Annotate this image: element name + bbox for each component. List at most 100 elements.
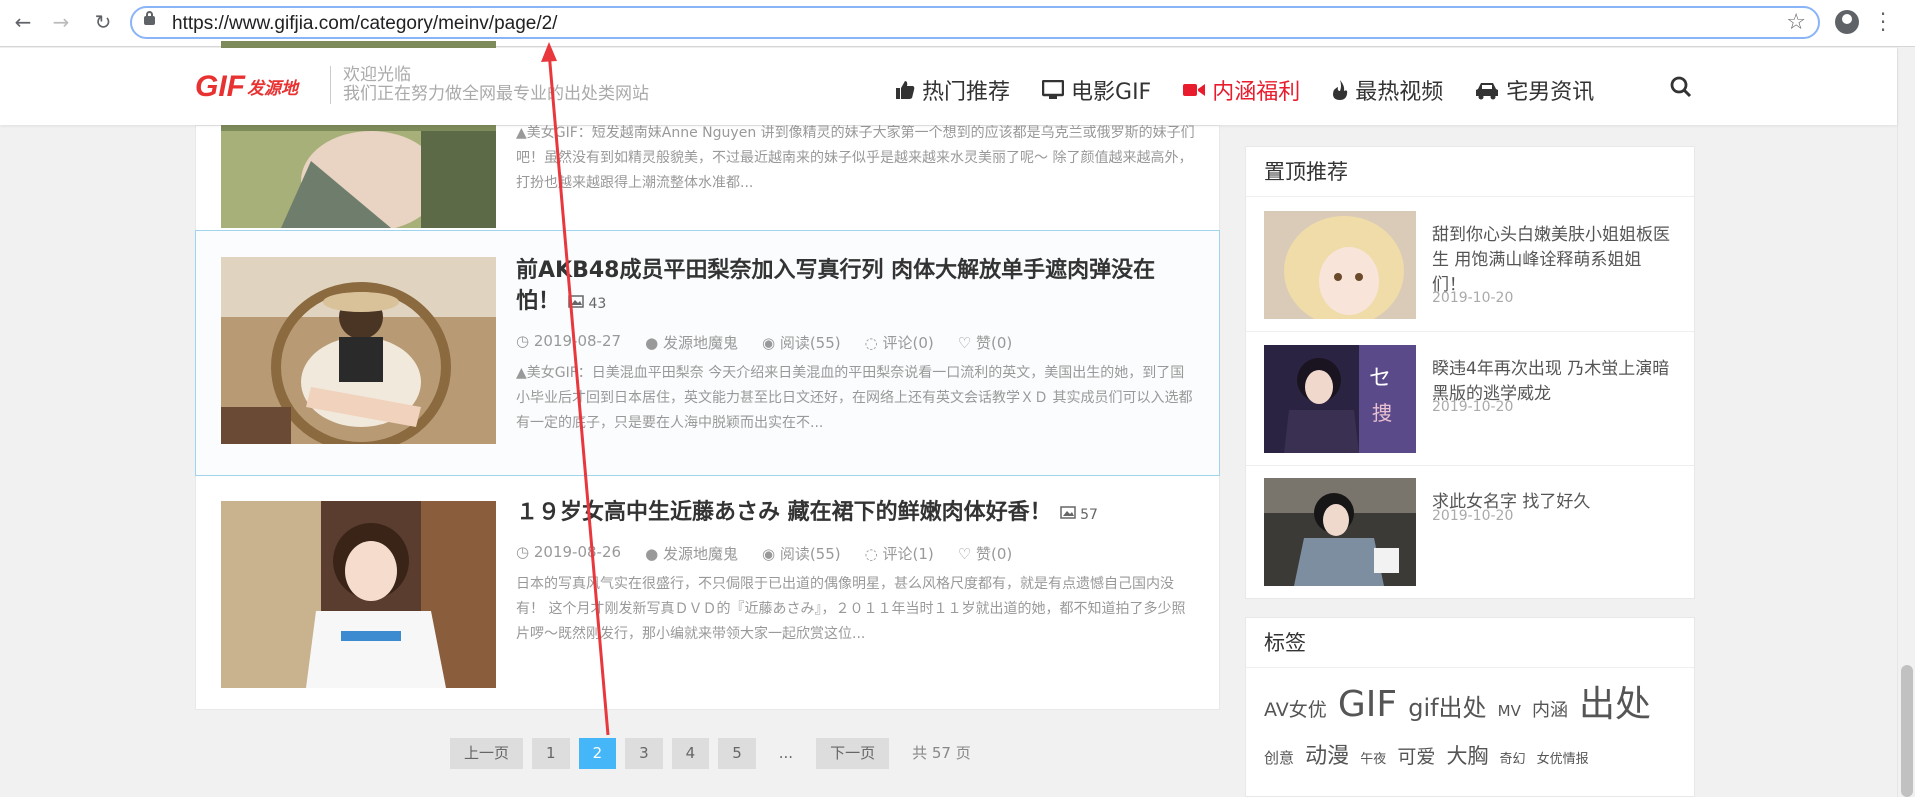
nav-welfare[interactable]: 内涵福利 bbox=[1183, 74, 1300, 106]
tag-link[interactable]: 动漫 bbox=[1305, 734, 1349, 779]
nav-movie-gif[interactable]: 电影GIF bbox=[1042, 74, 1151, 106]
pagination-ellipsis: ... bbox=[778, 744, 794, 762]
comments-text[interactable]: 评论(0) bbox=[883, 334, 934, 352]
post-likes[interactable]: ♡ 赞(0) bbox=[958, 543, 1012, 564]
post-author[interactable]: ● 发源地魔鬼 bbox=[645, 543, 738, 564]
tag-link[interactable]: MV bbox=[1498, 689, 1521, 734]
date-text: 2019-08-27 bbox=[533, 332, 622, 350]
post-title[interactable]: １９岁女高中生近藤あさみ 藏在裙下的鲜嫩肉体好香！ 57 bbox=[516, 497, 1181, 531]
post-meta: ◷ 2019-08-27 ● 发源地魔鬼 ◉ 阅读(55) ◌ 评论(0) ♡ … bbox=[516, 332, 1012, 353]
lock-icon bbox=[144, 11, 155, 25]
comments-text[interactable]: 评论(1) bbox=[883, 545, 934, 563]
search-icon[interactable] bbox=[1670, 76, 1692, 98]
page-5-button[interactable]: 5 bbox=[718, 738, 756, 769]
post-title-text[interactable]: １９岁女高中生近藤あさみ 藏在裙下的鲜嫩肉体好香！ bbox=[516, 500, 1052, 525]
svg-text:GIF: GIF bbox=[195, 70, 246, 103]
top-item-thumbnail[interactable] bbox=[1264, 478, 1416, 586]
video-camera-icon bbox=[1183, 84, 1206, 96]
bookmark-star-icon[interactable]: ☆ bbox=[1786, 10, 1806, 35]
top-item-thumbnail[interactable] bbox=[1264, 211, 1416, 319]
top-item-thumbnail[interactable]: セ捜 bbox=[1264, 345, 1416, 453]
nav-hot[interactable]: 热门推荐 bbox=[895, 74, 1010, 106]
scrollbar-thumb[interactable] bbox=[1901, 665, 1913, 797]
svg-text:捜: 捜 bbox=[1372, 401, 1392, 425]
post-item-highlighted[interactable]: 前AKB48成员平田梨奈加入写真行列 肉体大解放单手遮肉弹没在怕！ 43 ◷ 2… bbox=[195, 230, 1220, 476]
nav-hot-label: 热门推荐 bbox=[922, 80, 1011, 105]
post-item: ▲美女GIF：短发越南妹Anne Nguyen 讲到像精灵的妹子大家第一个想到的… bbox=[196, 41, 1221, 229]
next-page-button[interactable]: 下一页 bbox=[816, 738, 890, 769]
thumbs-up-icon bbox=[896, 81, 915, 99]
post-author[interactable]: ● 发源地魔鬼 bbox=[645, 332, 738, 353]
tag-link[interactable]: 奇幻 bbox=[1500, 737, 1526, 782]
post-date: ◷ 2019-08-26 bbox=[516, 543, 621, 564]
nav-hot-videos[interactable]: 最热视频 bbox=[1332, 74, 1443, 106]
car-icon bbox=[1476, 83, 1499, 100]
top-recommend-widget: 置顶推荐 甜到你心头白嫩美肤小姐姐板医生 用饱满山峰诠释萌系姐姐们！ 2019-… bbox=[1245, 146, 1695, 599]
site-logo[interactable]: GIF 发源地 bbox=[195, 66, 305, 104]
eye-icon: ◉ bbox=[761, 334, 776, 352]
likes-text[interactable]: 赞(0) bbox=[976, 334, 1012, 352]
prev-page-button[interactable]: 上一页 bbox=[450, 738, 524, 769]
user-icon: ● bbox=[645, 545, 659, 563]
fire-icon bbox=[1333, 80, 1348, 100]
nav-movie-gif-label: 电影GIF bbox=[1071, 80, 1152, 105]
tag-link[interactable]: GIF bbox=[1338, 682, 1397, 727]
top-item[interactable]: 求此女名字 找了好久 2019-10-20 bbox=[1264, 478, 1684, 588]
tag-link[interactable]: 可爱 bbox=[1397, 735, 1435, 780]
like-icon: ♡ bbox=[957, 545, 972, 563]
post-excerpt: ▲美女GIF：短发越南妹Anne Nguyen 讲到像精灵的妹子大家第一个想到的… bbox=[516, 125, 1195, 191]
tagline-line-1: 欢迎光临 bbox=[343, 65, 411, 85]
likes-text[interactable]: 赞(0) bbox=[976, 545, 1012, 563]
tag-link[interactable]: 女优情报 bbox=[1537, 737, 1589, 782]
author-text[interactable]: 发源地魔鬼 bbox=[663, 545, 738, 563]
svg-text:セ: セ bbox=[1369, 366, 1391, 391]
tag-link[interactable]: 大胸 bbox=[1446, 734, 1488, 779]
top-item[interactable]: 甜到你心头白嫩美肤小姐姐板医生 用饱满山峰诠释萌系姐姐们！ 2019-10-20 bbox=[1264, 211, 1684, 321]
widget-title: 标签 bbox=[1246, 618, 1694, 668]
tag-link[interactable]: 内涵 bbox=[1532, 688, 1568, 733]
clock-icon: ◷ bbox=[516, 543, 530, 561]
nav-hot-videos-label: 最热视频 bbox=[1355, 80, 1444, 105]
page-3-button[interactable]: 3 bbox=[625, 738, 663, 769]
post-title[interactable]: 前AKB48成员平田梨奈加入写真行列 肉体大解放单手遮肉弹没在怕！ 43 bbox=[516, 255, 1179, 320]
address-bar[interactable]: https://www.gifjia.com/category/meinv/pa… bbox=[130, 6, 1820, 39]
post-comments[interactable]: ◌ 评论(1) bbox=[865, 543, 934, 564]
top-item-date: 2019-10-20 bbox=[1432, 399, 1514, 415]
monitor-icon bbox=[1042, 80, 1065, 99]
post-comments[interactable]: ◌ 评论(0) bbox=[865, 332, 934, 353]
image-count: 57 bbox=[1059, 506, 1098, 523]
tag-link[interactable]: gif出处 bbox=[1408, 686, 1486, 731]
total-pages: 共 57 页 bbox=[912, 744, 971, 762]
page-2-button-current[interactable]: 2 bbox=[578, 738, 617, 769]
nav-otaku-news[interactable]: 宅男资讯 bbox=[1475, 74, 1594, 106]
tag-link[interactable]: AV女优 bbox=[1264, 688, 1327, 733]
main-nav: 热门推荐 电影GIF 内涵福利 最热视频 宅男资讯 bbox=[895, 74, 1594, 106]
back-arrow-icon[interactable]: ← bbox=[10, 9, 36, 35]
url-text[interactable]: https://www.gifjia.com/category/meinv/pa… bbox=[172, 13, 557, 35]
post-likes[interactable]: ♡ 赞(0) bbox=[958, 332, 1012, 353]
top-item-title[interactable]: 甜到你心头白嫩美肤小姐姐板医生 用饱满山峰诠释萌系姐姐们！ bbox=[1432, 223, 1672, 298]
post-thumbnail[interactable] bbox=[221, 501, 496, 688]
page-1-button[interactable]: 1 bbox=[532, 738, 570, 769]
user-icon: ● bbox=[645, 334, 659, 352]
post-thumbnail[interactable] bbox=[221, 257, 496, 444]
browser-menu-icon[interactable]: · · · bbox=[1878, 4, 1888, 40]
author-text[interactable]: 发源地魔鬼 bbox=[663, 334, 738, 352]
post-views: ◉ 阅读(55) bbox=[762, 332, 841, 353]
divider bbox=[1246, 465, 1694, 466]
pagination: 上一页 1 2 3 4 5 ... 下一页 共 57 页 bbox=[450, 738, 985, 769]
post-item: １９岁女高中生近藤あさみ 藏在裙下的鲜嫩肉体好香！ 57 ◷ 2019-08-2… bbox=[196, 476, 1221, 711]
tag-link[interactable]: 午夜 bbox=[1360, 737, 1386, 782]
post-title-text[interactable]: 前AKB48成员平田梨奈加入写真行列 肉体大解放单手遮肉弹没在怕！ bbox=[516, 258, 1155, 314]
site-tagline: 欢迎光临 我们正在努力做全网最专业的出处类网站 bbox=[330, 66, 649, 104]
page-4-button[interactable]: 4 bbox=[671, 738, 710, 769]
account-icon[interactable] bbox=[1835, 10, 1859, 34]
top-item[interactable]: セ捜 睽违4年再次出现 乃木蛍上演暗黑版的逃学威龙 2019-10-20 bbox=[1264, 345, 1684, 455]
views-text: 阅读(55) bbox=[779, 334, 841, 352]
reload-icon[interactable]: ↻ bbox=[90, 9, 116, 35]
page-scrollbar[interactable] bbox=[1897, 47, 1915, 797]
top-item-date: 2019-10-20 bbox=[1432, 290, 1514, 306]
tag-link[interactable]: 出处 bbox=[1579, 682, 1651, 727]
forward-arrow-icon[interactable]: → bbox=[48, 9, 74, 35]
tag-link[interactable]: 创意 bbox=[1264, 736, 1294, 781]
